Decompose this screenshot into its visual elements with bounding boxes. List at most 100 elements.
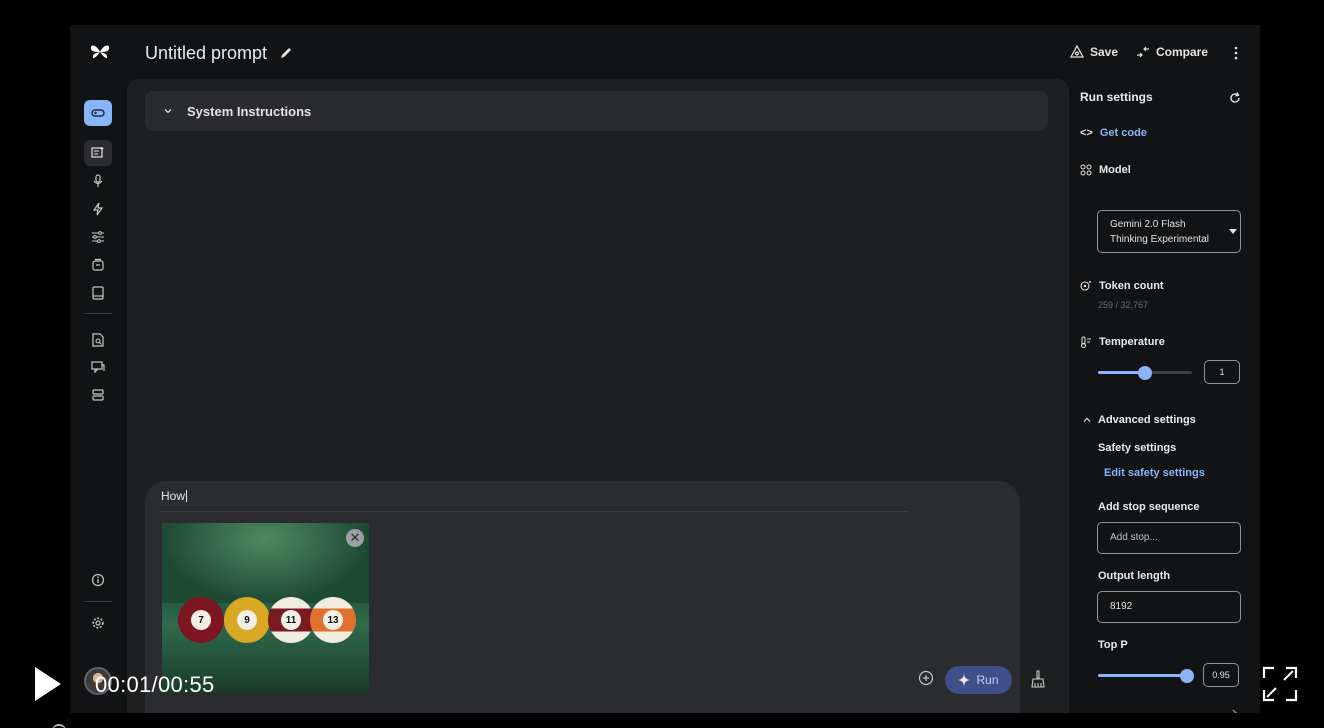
compare-label: Compare <box>1156 45 1209 59</box>
code-icon: <> <box>1080 127 1093 139</box>
temperature-input[interactable]: 1 <box>1204 360 1240 384</box>
stream-button[interactable] <box>84 169 112 193</box>
page-title: Untitled prompt <box>145 43 268 63</box>
inventory-icon <box>92 258 104 271</box>
dropdown-arrow-icon <box>1229 229 1237 234</box>
system-instructions-label: System Instructions <box>187 103 312 119</box>
compare-icon <box>1137 46 1149 58</box>
composer-divider <box>161 511 909 512</box>
bolt-icon <box>92 202 104 216</box>
top-p-slider-knob[interactable] <box>1180 668 1195 683</box>
settings-button[interactable] <box>84 611 112 635</box>
stop-sequence-label: Add stop sequence <box>1098 501 1200 513</box>
tune-icon <box>92 231 104 243</box>
storage-icon <box>92 389 104 401</box>
app-window: Untitled prompt Save Compare System Inst… <box>70 25 1260 713</box>
forum-button[interactable] <box>84 355 112 379</box>
document-search-icon <box>92 333 104 347</box>
ball-number: 7 <box>191 610 211 630</box>
run-button[interactable]: Run <box>945 666 1012 694</box>
clear-chat-broom-icon[interactable] <box>1030 670 1046 688</box>
starter-apps-button[interactable] <box>84 197 112 221</box>
temperature-heading: Temperature <box>1080 336 1165 348</box>
ball-number: 9 <box>237 610 257 630</box>
chat-add-icon <box>91 147 104 158</box>
save-label: Save <box>1090 45 1119 59</box>
token-icon <box>1080 281 1091 291</box>
forum-icon <box>91 361 105 374</box>
progress-handle[interactable] <box>52 724 66 728</box>
info-button[interactable] <box>84 568 112 592</box>
model-heading: Model <box>1080 164 1131 176</box>
top-bar: Untitled prompt Save Compare <box>70 25 1260 81</box>
model-label: Model <box>1099 164 1131 176</box>
video-timestamp: 00:01/00:55 <box>95 672 215 697</box>
info-icon <box>91 573 105 587</box>
model-select[interactable]: Gemini 2.0 Flash Thinking Experimental <box>1097 210 1241 253</box>
library-button[interactable] <box>84 281 112 305</box>
thermometer-icon <box>1081 336 1091 348</box>
billiard-ball: 9 <box>224 597 270 643</box>
billiard-ball: 11 <box>268 597 314 643</box>
model-value-line1: Gemini 2.0 Flash <box>1110 219 1186 230</box>
get-code-link[interactable]: <> Get code <box>1080 127 1147 139</box>
temperature-label: Temperature <box>1099 336 1165 348</box>
stop-sequence-input[interactable]: Add stop... <box>1097 522 1241 554</box>
top-p-label: Top P <box>1098 639 1128 651</box>
run-settings-title: Run settings <box>1080 90 1153 104</box>
system-instructions-toggle[interactable]: System Instructions <box>145 91 1048 131</box>
token-count-label: Token count <box>1099 280 1164 292</box>
safety-settings-label: Safety settings <box>1098 442 1177 454</box>
app-logo-icon[interactable] <box>88 40 112 64</box>
get-code-label: Get code <box>1099 127 1147 139</box>
attached-image-thumbnail[interactable]: 7 9 11 13 ✕ <box>162 523 369 693</box>
play-icon[interactable] <box>34 666 62 702</box>
save-button[interactable]: Save <box>1070 45 1118 59</box>
edit-safety-settings-link[interactable]: Edit safety settings <box>1104 467 1205 479</box>
fullscreen-icon[interactable] <box>1262 666 1298 702</box>
prompt-input[interactable]: How <box>161 489 187 503</box>
chevron-down-icon <box>164 109 172 114</box>
rail-divider <box>84 601 112 602</box>
add-circle-icon[interactable] <box>918 670 934 686</box>
chevron-right-icon[interactable] <box>1231 709 1239 713</box>
chevron-up-icon <box>1083 417 1091 422</box>
prompt-workspace: System Instructions How 7 9 11 13 ✕ Run <box>127 79 1069 713</box>
reset-refresh-icon[interactable] <box>1229 92 1241 104</box>
api-key-button[interactable] <box>84 100 112 126</box>
billiard-ball: 7 <box>178 597 224 643</box>
storage-button[interactable] <box>84 383 112 407</box>
ball-number: 11 <box>281 610 301 630</box>
sparkle-icon <box>958 674 971 686</box>
docs-button[interactable] <box>84 328 112 352</box>
model-value-line2: Thinking Experimental <box>1110 234 1209 245</box>
left-nav-rail <box>70 81 126 713</box>
run-settings-panel: Run settings <> Get code Model Gemini 2.… <box>1070 81 1260 713</box>
top-p-input[interactable]: 0.95 <box>1203 663 1239 687</box>
remove-image-close-icon[interactable]: ✕ <box>346 529 364 547</box>
compare-button[interactable]: Compare <box>1136 45 1208 59</box>
output-length-label: Output length <box>1098 570 1171 582</box>
output-length-input[interactable]: 8192 <box>1097 591 1241 623</box>
book-icon <box>92 286 104 300</box>
more-vert-icon[interactable] <box>1228 45 1244 61</box>
image-background <box>162 523 369 603</box>
gallery-button[interactable] <box>84 253 112 277</box>
model-atom-icon <box>1080 164 1092 176</box>
rail-divider <box>84 313 112 314</box>
ball-number: 13 <box>323 610 343 630</box>
tune-button[interactable] <box>84 225 112 249</box>
advanced-settings-toggle[interactable]: Advanced settings <box>1083 414 1196 426</box>
top-p-slider-fill <box>1098 674 1188 677</box>
advanced-settings-label: Advanced settings <box>1098 414 1196 426</box>
chat-prompt-button[interactable] <box>84 140 112 166</box>
gear-icon <box>92 617 104 629</box>
temperature-slider-knob[interactable] <box>1138 365 1152 380</box>
key-icon <box>91 109 105 117</box>
microphone-icon <box>93 174 103 187</box>
save-icon <box>1070 45 1084 58</box>
token-count-heading: Token count <box>1080 280 1164 292</box>
edit-pencil-icon[interactable] <box>278 45 294 61</box>
run-label: Run <box>976 673 999 687</box>
prompt-composer: How 7 9 11 13 ✕ Run <box>145 481 1020 713</box>
